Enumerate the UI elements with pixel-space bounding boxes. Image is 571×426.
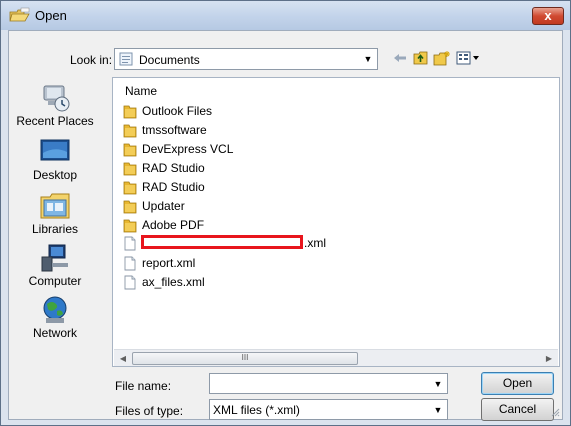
place-computer[interactable]: Computer <box>9 243 101 288</box>
place-label: Network <box>32 326 77 340</box>
file-type-label: Files of type: <box>115 404 184 418</box>
folder-icon <box>123 162 137 175</box>
folder-icon <box>123 181 137 194</box>
open-button[interactable]: Open <box>481 372 554 395</box>
file-icon <box>124 256 136 270</box>
computer-icon <box>41 244 68 272</box>
list-item[interactable]: RAD Studio <box>123 179 205 195</box>
list-item[interactable]: tmssoftware <box>123 122 207 138</box>
view-menu-icon[interactable] <box>455 49 481 67</box>
new-folder-icon[interactable] <box>432 49 452 67</box>
window-title: Open <box>35 8 67 23</box>
horizontal-scrollbar[interactable]: ◀ III ▶ <box>114 349 558 366</box>
list-item[interactable]: report.xml <box>123 255 195 271</box>
place-desktop[interactable]: Desktop <box>9 137 101 182</box>
places-bar: Recent Places Desktop Libraries Computer… <box>9 77 101 347</box>
close-button[interactable]: x <box>532 7 564 25</box>
place-recent-places[interactable]: Recent Places <box>9 83 101 128</box>
list-item[interactable]: Outlook Files <box>123 103 212 119</box>
back-arrow-icon[interactable] <box>392 49 408 67</box>
list-item[interactable]: Adobe PDF <box>123 217 204 233</box>
folder-icon <box>123 143 137 156</box>
recent-places-icon <box>43 85 70 112</box>
redaction-box <box>141 235 303 249</box>
place-label: Recent Places <box>16 114 94 128</box>
list-item[interactable]: DevExpress VCL <box>123 141 233 157</box>
resize-grip-icon[interactable] <box>550 407 560 417</box>
folder-icon <box>123 105 137 118</box>
folder-icon <box>123 124 137 137</box>
cancel-button[interactable]: Cancel <box>481 398 554 421</box>
list-item[interactable]: ax_files.xml <box>123 274 205 290</box>
scroll-thumb[interactable]: III <box>132 352 358 365</box>
list-item-name[interactable]: .xml <box>304 236 326 250</box>
folder-icon <box>123 219 137 232</box>
list-item[interactable] <box>123 235 142 251</box>
column-header-name[interactable]: Name <box>125 84 157 98</box>
chevron-down-icon[interactable]: ▼ <box>430 401 446 419</box>
scroll-left-icon[interactable]: ◀ <box>115 351 131 366</box>
file-icon <box>124 275 136 289</box>
place-network[interactable]: Network <box>9 295 101 340</box>
list-item[interactable]: Updater <box>123 198 185 214</box>
file-type-value: XML files (*.xml) <box>213 403 300 417</box>
file-icon <box>124 236 136 250</box>
close-icon: x <box>544 8 552 23</box>
open-folder-icon <box>9 7 30 22</box>
place-label: Computer <box>28 274 82 288</box>
list-item[interactable]: RAD Studio <box>123 160 205 176</box>
file-list[interactable]: Name Outlook Files tmssoftware DevExpres… <box>112 77 560 367</box>
folder-icon <box>123 200 137 213</box>
file-name-label: File name: <box>115 379 172 393</box>
file-type-select[interactable]: XML files (*.xml) ▼ <box>209 399 448 420</box>
dialog-client: Look in: Documents ▼ Recent Places Deskt… <box>8 30 563 421</box>
network-icon <box>43 296 67 323</box>
scroll-right-icon[interactable]: ▶ <box>541 351 557 366</box>
chevron-down-icon[interactable]: ▼ <box>430 375 446 393</box>
look-in-value: Documents <box>139 53 200 67</box>
place-libraries[interactable]: Libraries <box>9 191 101 236</box>
documents-folder-icon <box>119 52 133 66</box>
open-dialog: Open x Look in: Documents ▼ Recent Place… <box>0 0 571 426</box>
look-in-label: Look in: <box>70 53 113 67</box>
grip-icon: III <box>241 353 249 362</box>
desktop-icon <box>40 139 70 161</box>
libraries-icon <box>40 193 70 219</box>
place-label: Libraries <box>31 222 79 236</box>
up-folder-icon[interactable] <box>412 49 430 67</box>
file-name-combo[interactable]: ▼ <box>209 373 448 394</box>
chevron-down-icon[interactable]: ▼ <box>360 50 376 68</box>
title-bar[interactable]: Open x <box>1 1 570 30</box>
look-in-combo[interactable]: Documents ▼ <box>114 48 378 70</box>
place-label: Desktop <box>32 168 78 182</box>
